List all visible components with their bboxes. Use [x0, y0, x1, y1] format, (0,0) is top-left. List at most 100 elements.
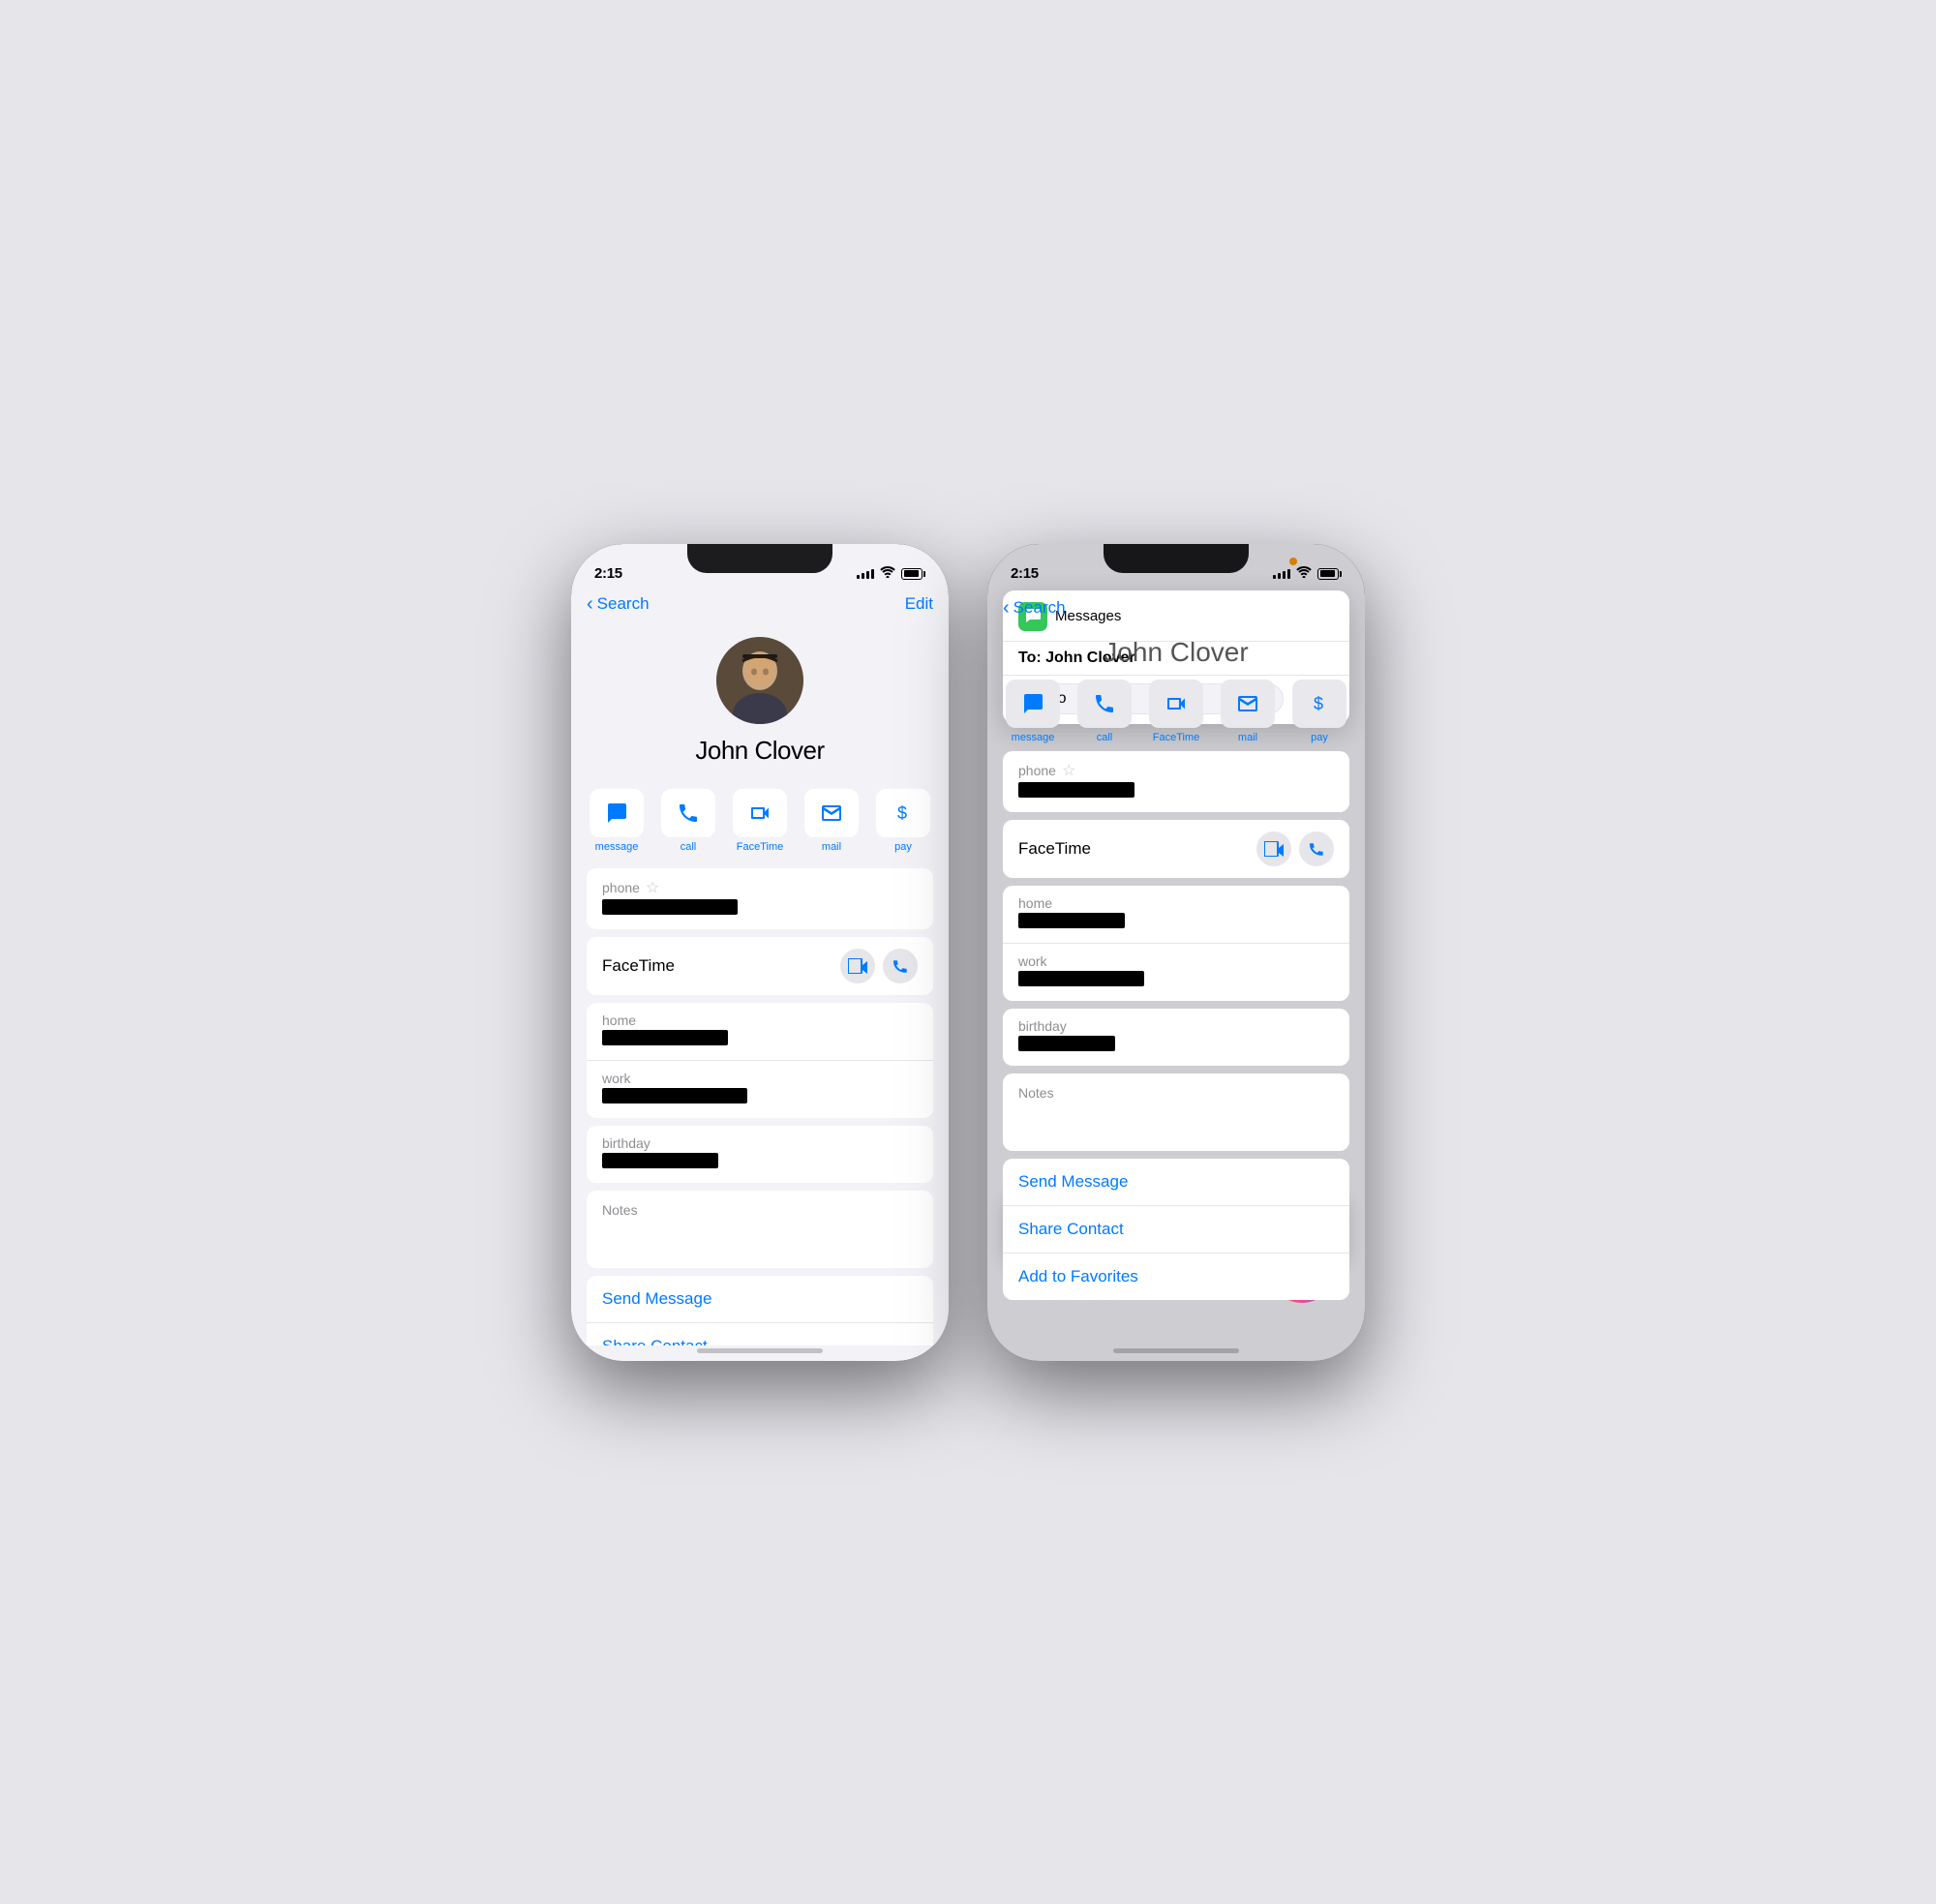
send-message-link-right[interactable]: Send Message	[1003, 1159, 1349, 1206]
right-phone: 2:15	[987, 544, 1365, 1361]
message-label-right: message	[1012, 732, 1055, 743]
notes-label-right: Notes	[1018, 1085, 1334, 1101]
phone-section-right: phone ☆	[1003, 751, 1349, 812]
left-phone: 2:15 ‹ Search	[571, 544, 949, 1361]
mail-label-left: mail	[822, 841, 841, 853]
call-label-right: call	[1097, 732, 1113, 743]
action-buttons-left: message call FaceTime	[571, 789, 949, 868]
birthday-label-right: birthday	[1018, 1018, 1334, 1034]
facetime-btn-left[interactable]: FaceTime	[730, 789, 790, 853]
edit-button-left[interactable]: Edit	[905, 594, 933, 614]
pay-btn-right[interactable]: $ pay	[1289, 680, 1349, 743]
call-btn-left[interactable]: call	[658, 789, 718, 853]
home-label-left: home	[602, 1012, 918, 1028]
pay-label-right: pay	[1311, 732, 1328, 743]
facetime-icon-left	[733, 789, 787, 837]
pay-btn-left[interactable]: $ pay	[873, 789, 933, 853]
birthday-section-left: birthday	[587, 1126, 933, 1183]
back-label-right: Search	[1013, 598, 1066, 618]
phone-label-left: phone ☆	[602, 878, 918, 897]
facetime-icons-left	[840, 949, 918, 983]
mail-btn-left[interactable]: mail	[802, 789, 862, 853]
facetime-section-right: FaceTime	[1003, 820, 1349, 878]
share-contact-link-left[interactable]: Share Contact	[587, 1323, 933, 1345]
mail-icon-left	[804, 789, 859, 837]
birthday-label-left: birthday	[602, 1135, 918, 1151]
back-button-left[interactable]: ‹ Search	[587, 594, 650, 614]
right-phone-screen: 2:15	[987, 544, 1365, 1361]
pay-label-left: pay	[894, 841, 912, 853]
facetime-row-left: FaceTime	[587, 937, 933, 995]
share-contact-link-right[interactable]: Share Contact	[1003, 1206, 1349, 1254]
phone-label-right: phone ☆	[1018, 761, 1334, 780]
message-btn-right[interactable]: message	[1003, 680, 1063, 743]
wifi-icon-left	[880, 566, 895, 581]
call-btn-right[interactable]: call	[1074, 680, 1134, 743]
facetime-icon-right	[1149, 680, 1203, 728]
nav-bar-right: ‹ Search	[987, 594, 1365, 625]
contact-content-left: John Clover message call	[571, 621, 949, 1345]
notes-section-right: Notes	[1003, 1073, 1349, 1151]
home-row-left[interactable]: home	[587, 1003, 933, 1061]
back-button-right[interactable]: ‹ Search	[1003, 598, 1066, 618]
contact-name-left: John Clover	[695, 736, 824, 766]
email-section-right: home work	[1003, 886, 1349, 1001]
time-right: 2:15	[1011, 565, 1039, 582]
phone-section-left: phone ☆	[587, 868, 933, 929]
facetime-audio-btn-left[interactable]	[883, 949, 918, 983]
home-row-right[interactable]: home	[1003, 886, 1349, 944]
work-label-right: work	[1018, 953, 1334, 969]
add-favorites-link-right[interactable]: Add to Favorites	[1003, 1254, 1349, 1300]
action-buttons-right: message call FaceTime mail	[987, 680, 1365, 751]
time-left: 2:15	[594, 565, 622, 582]
links-section-right: Send Message Share Contact Add to Favori…	[1003, 1159, 1349, 1300]
message-btn-left[interactable]: message	[587, 789, 647, 853]
contact-name-right-bg: John Clover	[987, 625, 1365, 680]
avatar-left	[716, 637, 803, 724]
facetime-btn-right[interactable]: FaceTime	[1146, 680, 1206, 743]
call-label-left: call	[681, 841, 697, 853]
birthday-section-right: birthday	[1003, 1009, 1349, 1066]
mail-btn-right[interactable]: mail	[1218, 680, 1278, 743]
facetime-video-btn-right[interactable]	[1256, 831, 1291, 866]
facetime-label-right: FaceTime	[1153, 732, 1200, 743]
facetime-section-left: FaceTime	[587, 937, 933, 995]
pay-icon-left: $	[876, 789, 930, 837]
message-label-left: message	[595, 841, 639, 853]
message-icon-left	[590, 789, 644, 837]
star-icon-right: ☆	[1062, 761, 1075, 780]
svg-text:$: $	[1314, 694, 1323, 713]
chevron-left-icon: ‹	[587, 594, 593, 614]
facetime-text-left: FaceTime	[602, 956, 675, 976]
facetime-label-left: FaceTime	[737, 841, 784, 853]
status-icons-right	[1273, 566, 1342, 581]
back-label-left: Search	[597, 594, 650, 614]
facetime-icons-right	[1256, 831, 1334, 866]
facetime-audio-btn-right[interactable]	[1299, 831, 1334, 866]
battery-icon-left	[901, 568, 925, 580]
work-row-right[interactable]: work	[1003, 944, 1349, 1001]
home-indicator-left	[697, 1348, 823, 1353]
work-row-left[interactable]: work	[587, 1061, 933, 1118]
pay-icon-right: $	[1292, 680, 1346, 728]
work-label-left: work	[602, 1071, 918, 1086]
birthday-row-left[interactable]: birthday	[587, 1126, 933, 1183]
signal-icon-left	[857, 569, 874, 579]
phone-row-right[interactable]: phone ☆	[1003, 751, 1349, 812]
birthday-row-right[interactable]: birthday	[1003, 1009, 1349, 1066]
home-value-right	[1018, 913, 1125, 928]
facetime-video-btn-left[interactable]	[840, 949, 875, 983]
mail-icon-right	[1221, 680, 1275, 728]
message-icon-right	[1006, 680, 1060, 728]
phone-value-left	[602, 899, 738, 915]
birthday-value-left	[602, 1153, 718, 1168]
signal-icon-right	[1273, 569, 1290, 579]
call-icon-left	[661, 789, 715, 837]
chevron-left-icon-right: ‹	[1003, 598, 1010, 618]
notch	[687, 544, 832, 573]
battery-icon-right	[1317, 568, 1342, 580]
mail-label-right: mail	[1238, 732, 1257, 743]
notes-label-left: Notes	[602, 1202, 918, 1218]
send-message-link-left[interactable]: Send Message	[587, 1276, 933, 1323]
phone-row-left[interactable]: phone ☆	[587, 868, 933, 929]
